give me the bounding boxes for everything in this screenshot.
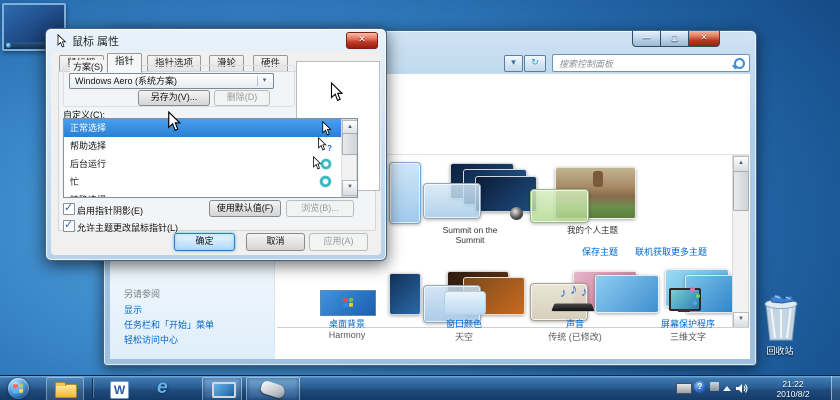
window-color-icon[interactable] [444, 291, 486, 315]
scrollbar-thumb[interactable] [733, 171, 749, 211]
enable-shadow-checkbox[interactable]: ✓ [63, 203, 75, 215]
dialog-client-area: 鼠标键 指针 指针选项 滑轮 硬件 方案(S) Windows Aero (系统… [51, 51, 381, 255]
theme-personal-label: 我的个人主题 [545, 225, 640, 235]
language-tray-icon[interactable]: ? [694, 381, 706, 393]
taskbar-personalization-button[interactable] [202, 377, 242, 400]
window-color-link[interactable]: 窗口颜色 [419, 317, 509, 330]
enable-shadow-label: 启用指针阴影(E) [77, 204, 143, 217]
summit-logo-icon [510, 207, 523, 220]
dialog-title: 鼠标 属性 [72, 33, 119, 49]
screensaver-value: 三维文字 [643, 330, 733, 343]
desktop-background-value: Harmony [302, 330, 392, 340]
get-more-themes-link[interactable]: 联机获取更多主题 [635, 245, 707, 258]
pointer-list[interactable]: 正常选择 帮助选择 ? 后台运行 忙 [63, 118, 358, 198]
see-also-header: 另请参阅 [124, 287, 160, 300]
delete-button[interactable]: 删除(D) [214, 90, 270, 106]
scroll-down-icon[interactable]: ▼ [733, 312, 749, 328]
scheme-combobox[interactable]: Windows Aero (系统方案) ▾ [69, 73, 274, 89]
folder-icon [55, 384, 77, 398]
show-hidden-icons-button[interactable] [723, 386, 731, 391]
volume-tray-icon[interactable] [735, 383, 749, 394]
word-icon: W [110, 381, 129, 399]
list-item-working-background[interactable]: 后台运行 [64, 155, 342, 173]
list-item-normal-select[interactable]: 正常选择 [64, 119, 342, 137]
theme-unsaved-partial[interactable] [389, 162, 421, 224]
taskbar-word-button[interactable]: W [100, 377, 138, 400]
screensaver-link[interactable]: 屏幕保护程序 [643, 317, 733, 330]
desktop-background-link[interactable]: 桌面背景 [302, 317, 392, 330]
search-icon [734, 58, 745, 69]
list-scrollbar-thumb[interactable] [342, 133, 358, 155]
save-as-button[interactable]: 另存为(V)... [138, 90, 210, 106]
sidebar-item-taskbar-startmenu[interactable]: 任务栏和「开始」菜单 [124, 318, 214, 331]
taskbar: W e ? 21:22 2010/8/2 [0, 375, 840, 400]
display-icon [212, 382, 236, 398]
allow-theme-label: 允许主题更改鼠标指针(L) [77, 221, 178, 234]
cancel-button[interactable]: 取消 [246, 233, 305, 251]
tab-pointers[interactable]: 指针 [107, 53, 142, 73]
desktop: — ▢ ✕ ▾ ↻ 搜索控制面板 ? 视觉效果和声音 改桌面背景、窗口颜色、声音… [0, 0, 840, 400]
sounds-link[interactable]: 声音 [530, 317, 620, 330]
theme-summit-label2: Summit [420, 235, 520, 245]
theme-summit-label: Summit on the [420, 225, 520, 235]
combo-dropdown-icon[interactable]: ▾ [257, 76, 271, 86]
caption-buttons: — ▢ ✕ [633, 31, 720, 46]
address-dropdown-button[interactable]: ▾ [504, 55, 523, 72]
save-theme-link[interactable]: 保存主题 [582, 245, 618, 258]
mouse-properties-dialog: 鼠标 属性 ✕ 鼠标键 指针 指针选项 滑轮 硬件 方案(S) Windows … [45, 28, 387, 261]
theme-personal-front-glass [530, 189, 589, 223]
busy-cursor-icon [319, 175, 332, 188]
close-button[interactable]: ✕ [688, 31, 720, 47]
refresh-button[interactable]: ↻ [524, 55, 546, 72]
allow-theme-checkbox[interactable]: ✓ [63, 220, 75, 232]
taskbar-separator [92, 378, 93, 398]
dialog-mouse-icon [55, 34, 68, 48]
list-scroll-down-icon[interactable]: ▼ [342, 180, 358, 196]
preview-arrow-cursor-icon [330, 82, 343, 102]
scheme-selected-value: Windows Aero (系统方案) [75, 76, 177, 86]
tray-clock[interactable]: 21:22 2010/8/2 [758, 379, 828, 399]
clock-time: 21:22 [758, 379, 828, 389]
taskbar-explorer-button[interactable] [46, 377, 84, 400]
desktop-background-icon[interactable] [320, 290, 376, 316]
network-tray-icon[interactable] [710, 382, 719, 391]
minimize-button[interactable]: — [632, 31, 661, 47]
themes-scrollbar[interactable]: ▲ ▼ [732, 155, 749, 328]
pointer-list-scrollbar[interactable]: ▲ ▼ [341, 119, 357, 197]
taskbar-mouse-button[interactable] [246, 377, 300, 400]
list-item-busy[interactable]: 忙 [64, 173, 342, 191]
list-item-help-select[interactable]: 帮助选择 ? [64, 137, 342, 155]
arrow-cursor-icon [321, 121, 332, 136]
scheme-group-label: 方案(S) [70, 60, 106, 73]
list-item-precision-select[interactable]: 精确选择 [64, 191, 342, 198]
browse-button[interactable]: 浏览(B)... [286, 200, 354, 217]
apply-button[interactable]: 应用(A) [309, 233, 368, 251]
clock-date: 2010/8/2 [758, 389, 828, 399]
recycle-bin-label: 回收站 [755, 344, 805, 357]
horse-rider-shape [593, 171, 603, 187]
mouse-icon [260, 380, 287, 400]
sounds-value: 传统 (已修改) [530, 330, 620, 343]
sidebar-item-ease-of-access[interactable]: 轻松访问中心 [124, 333, 178, 346]
scroll-up-icon[interactable]: ▲ [733, 156, 749, 172]
windows-flag-icon [13, 384, 23, 394]
mini-start-orb-icon [6, 43, 11, 48]
mouse-cursor [167, 111, 181, 132]
ok-button[interactable]: 确定 [174, 233, 235, 251]
search-input[interactable]: 搜索控制面板 [552, 54, 750, 72]
keyboard-tray-icon[interactable] [676, 383, 692, 394]
ie-icon: e [157, 377, 168, 399]
theme-summit-front-glass [423, 183, 481, 219]
taskbar-ie-button[interactable]: e [148, 377, 186, 400]
window-color-value: 天空 [419, 330, 509, 343]
start-button[interactable] [8, 378, 29, 399]
dialog-close-button[interactable]: ✕ [346, 32, 378, 49]
use-default-button[interactable]: 使用默认值(F) [209, 200, 281, 217]
recycle-bin-icon [758, 290, 804, 344]
search-placeholder: 搜索控制面板 [559, 57, 613, 70]
maximize-button[interactable]: ▢ [660, 31, 689, 47]
show-desktop-button[interactable] [831, 376, 840, 400]
sidebar-item-display[interactable]: 显示 [124, 303, 142, 316]
